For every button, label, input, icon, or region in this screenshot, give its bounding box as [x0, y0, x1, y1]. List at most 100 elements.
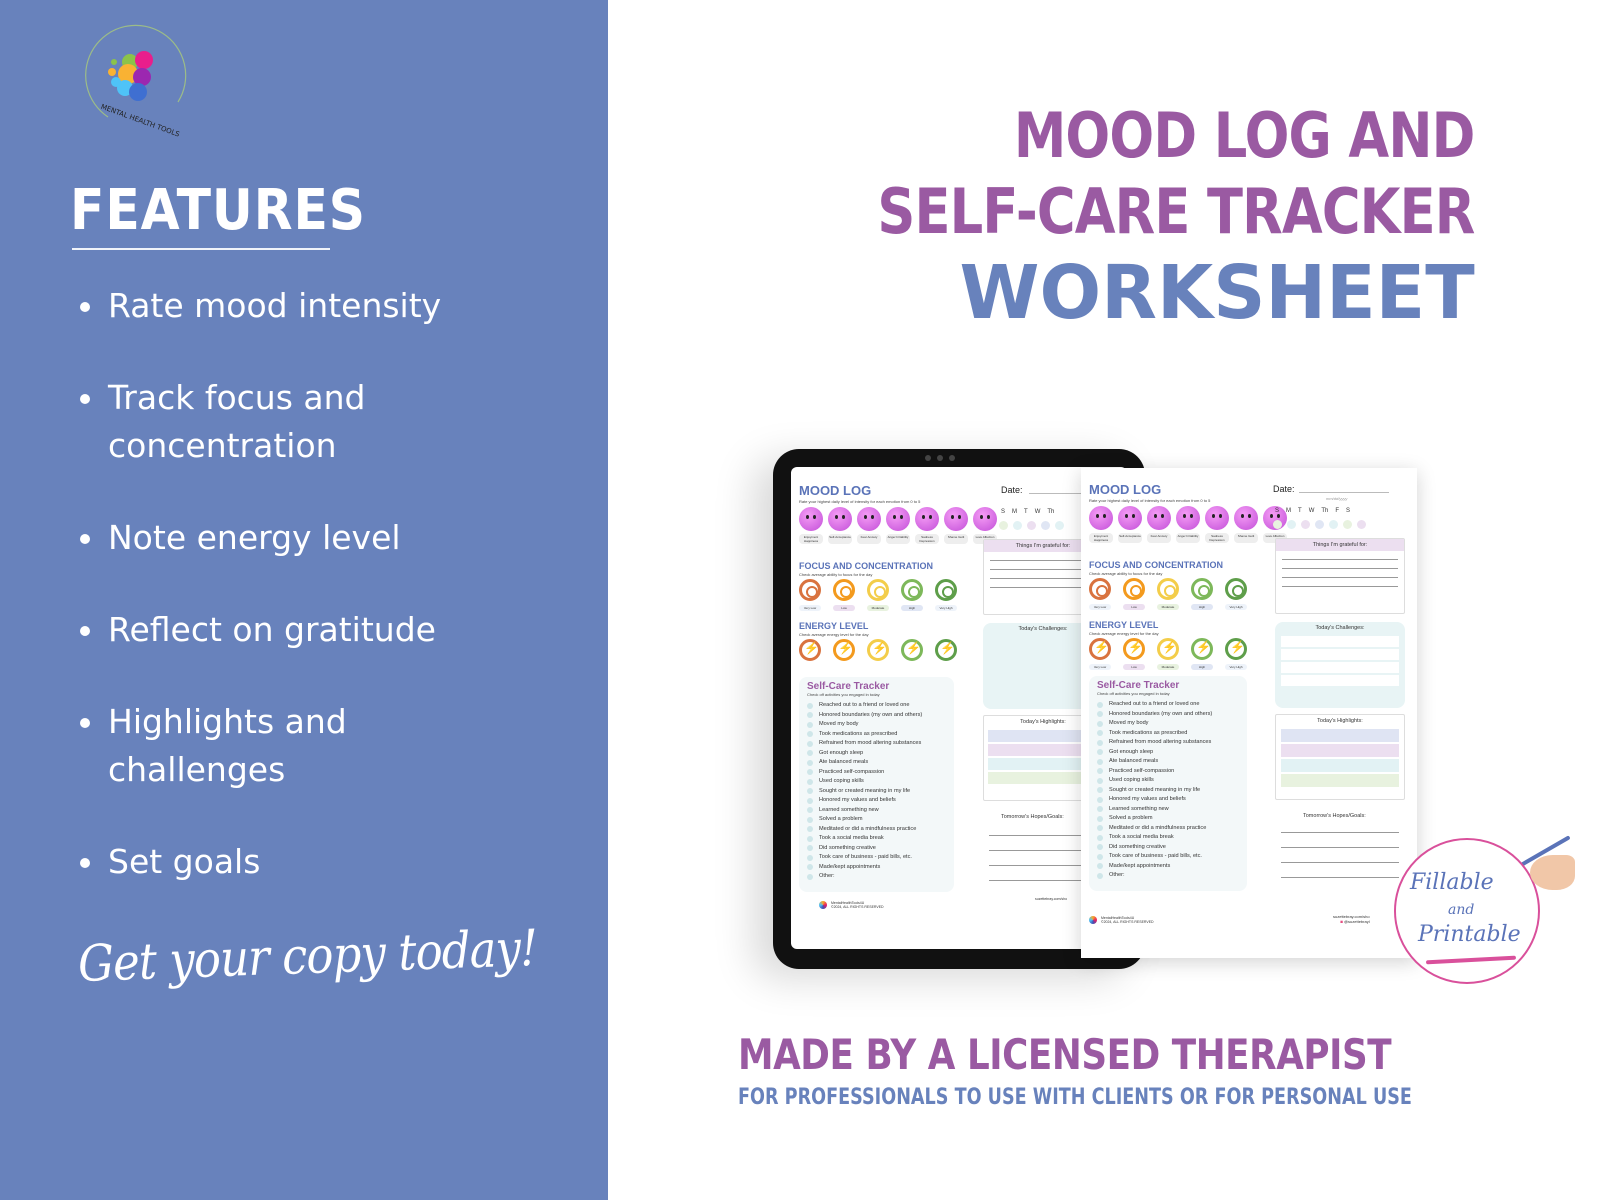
checkbox[interactable] [1097, 749, 1103, 756]
checkbox[interactable] [1097, 730, 1103, 737]
self-care-item[interactable]: Took medications as prescribed [807, 730, 954, 740]
checkbox[interactable] [807, 778, 813, 785]
checkbox[interactable] [807, 873, 813, 880]
self-care-item[interactable]: Made/kept appointments [1097, 862, 1247, 872]
target-icon[interactable] [901, 579, 923, 601]
self-care-item[interactable]: Used coping skills [807, 777, 954, 787]
grateful-box[interactable]: Things I'm grateful for: [1275, 538, 1405, 614]
call-to-action[interactable]: Get your copy today! [77, 919, 538, 993]
day-dot[interactable] [1013, 521, 1022, 530]
emoji-icon[interactable] [915, 507, 939, 531]
checkbox[interactable] [807, 721, 813, 728]
emoji-icon[interactable] [1089, 506, 1113, 530]
checkbox[interactable] [1097, 701, 1103, 708]
day-dot[interactable] [1041, 521, 1050, 530]
checkbox[interactable] [1097, 825, 1103, 832]
checkbox[interactable] [1097, 796, 1103, 803]
self-care-item[interactable]: Got enough sleep [807, 749, 954, 759]
target-icon[interactable] [1089, 578, 1111, 600]
checkbox[interactable] [1097, 758, 1103, 765]
date-field[interactable] [1299, 492, 1389, 493]
self-care-item[interactable]: Practiced self-compassion [1097, 767, 1247, 777]
emoji-icon[interactable] [1234, 506, 1258, 530]
day-dot[interactable] [1287, 520, 1296, 529]
self-care-item[interactable]: Meditated or did a mindfulness practice [807, 825, 954, 835]
checkbox[interactable] [807, 731, 813, 738]
lightning-icon[interactable] [1225, 638, 1247, 660]
day-dot[interactable] [999, 521, 1008, 530]
checkbox[interactable] [807, 854, 813, 861]
lightning-icon[interactable] [833, 639, 855, 661]
self-care-item[interactable]: Other: [1097, 871, 1247, 881]
self-care-item[interactable]: Moved my body [807, 720, 954, 730]
checkbox[interactable] [807, 835, 813, 842]
hopes-lines[interactable] [1275, 824, 1405, 878]
lightning-icon[interactable] [1157, 638, 1179, 660]
checkbox[interactable] [807, 759, 813, 766]
checkbox[interactable] [807, 702, 813, 709]
checkbox[interactable] [1097, 787, 1103, 794]
lightning-icon[interactable] [901, 639, 923, 661]
self-care-item[interactable]: Took a social media break [1097, 833, 1247, 843]
emoji-icon[interactable] [857, 507, 881, 531]
self-care-item[interactable]: Reached out to a friend or loved one [807, 701, 954, 711]
checkbox[interactable] [807, 864, 813, 871]
target-icon[interactable] [935, 579, 957, 601]
self-care-item[interactable]: Did something creative [807, 844, 954, 854]
checkbox[interactable] [807, 750, 813, 757]
self-care-item[interactable]: Refrained from mood altering substances [1097, 738, 1247, 748]
day-dot[interactable] [1055, 521, 1064, 530]
day-dot[interactable] [1273, 520, 1282, 529]
checkbox[interactable] [807, 769, 813, 776]
checkbox[interactable] [1097, 815, 1103, 822]
checkbox[interactable] [807, 788, 813, 795]
checkbox[interactable] [1097, 872, 1103, 879]
checkbox[interactable] [1097, 768, 1103, 775]
checkbox[interactable] [807, 740, 813, 747]
self-care-item[interactable]: Made/kept appointments [807, 863, 954, 873]
checkbox[interactable] [807, 845, 813, 852]
checkbox[interactable] [807, 797, 813, 804]
self-care-item[interactable]: Honored my values and beliefs [1097, 795, 1247, 805]
checkbox[interactable] [807, 826, 813, 833]
self-care-item[interactable]: Reached out to a friend or loved one [1097, 700, 1247, 710]
checkbox[interactable] [807, 807, 813, 814]
emoji-icon[interactable] [828, 507, 852, 531]
self-care-item[interactable]: Took care of business - paid bills, etc. [1097, 852, 1247, 862]
checkbox[interactable] [807, 712, 813, 719]
day-dot[interactable] [1301, 520, 1310, 529]
target-icon[interactable] [1225, 578, 1247, 600]
lightning-icon[interactable] [1089, 638, 1111, 660]
target-icon[interactable] [799, 579, 821, 601]
emoji-icon[interactable] [1176, 506, 1200, 530]
highlights-box[interactable]: Today's Highlights: [1275, 714, 1405, 800]
lightning-icon[interactable] [799, 639, 821, 661]
self-care-item[interactable]: Took a social media break [807, 834, 954, 844]
self-care-item[interactable]: Took care of business - paid bills, etc. [807, 853, 954, 863]
self-care-item[interactable]: Sought or created meaning in my life [1097, 786, 1247, 796]
self-care-item[interactable]: Meditated or did a mindfulness practice [1097, 824, 1247, 834]
emoji-icon[interactable] [973, 507, 997, 531]
self-care-item[interactable]: Ate balanced meals [807, 758, 954, 768]
lightning-icon[interactable] [1123, 638, 1145, 660]
lightning-icon[interactable] [1191, 638, 1213, 660]
self-care-item[interactable]: Solved a problem [1097, 814, 1247, 824]
self-care-item[interactable]: Practiced self-compassion [807, 768, 954, 778]
target-icon[interactable] [833, 579, 855, 601]
date-field[interactable] [1029, 493, 1089, 494]
lightning-icon[interactable] [935, 639, 957, 661]
emoji-icon[interactable] [799, 507, 823, 531]
emoji-icon[interactable] [944, 507, 968, 531]
emoji-icon[interactable] [1118, 506, 1142, 530]
self-care-item[interactable]: Did something creative [1097, 843, 1247, 853]
checkbox[interactable] [1097, 777, 1103, 784]
self-care-item[interactable]: Ate balanced meals [1097, 757, 1247, 767]
self-care-item[interactable]: Honored my values and beliefs [807, 796, 954, 806]
checkbox[interactable] [1097, 863, 1103, 870]
self-care-item[interactable]: Used coping skills [1097, 776, 1247, 786]
self-care-item[interactable]: Other: [807, 872, 954, 882]
checkbox[interactable] [1097, 806, 1103, 813]
day-dot[interactable] [1027, 521, 1036, 530]
self-care-item[interactable]: Moved my body [1097, 719, 1247, 729]
emoji-icon[interactable] [886, 507, 910, 531]
